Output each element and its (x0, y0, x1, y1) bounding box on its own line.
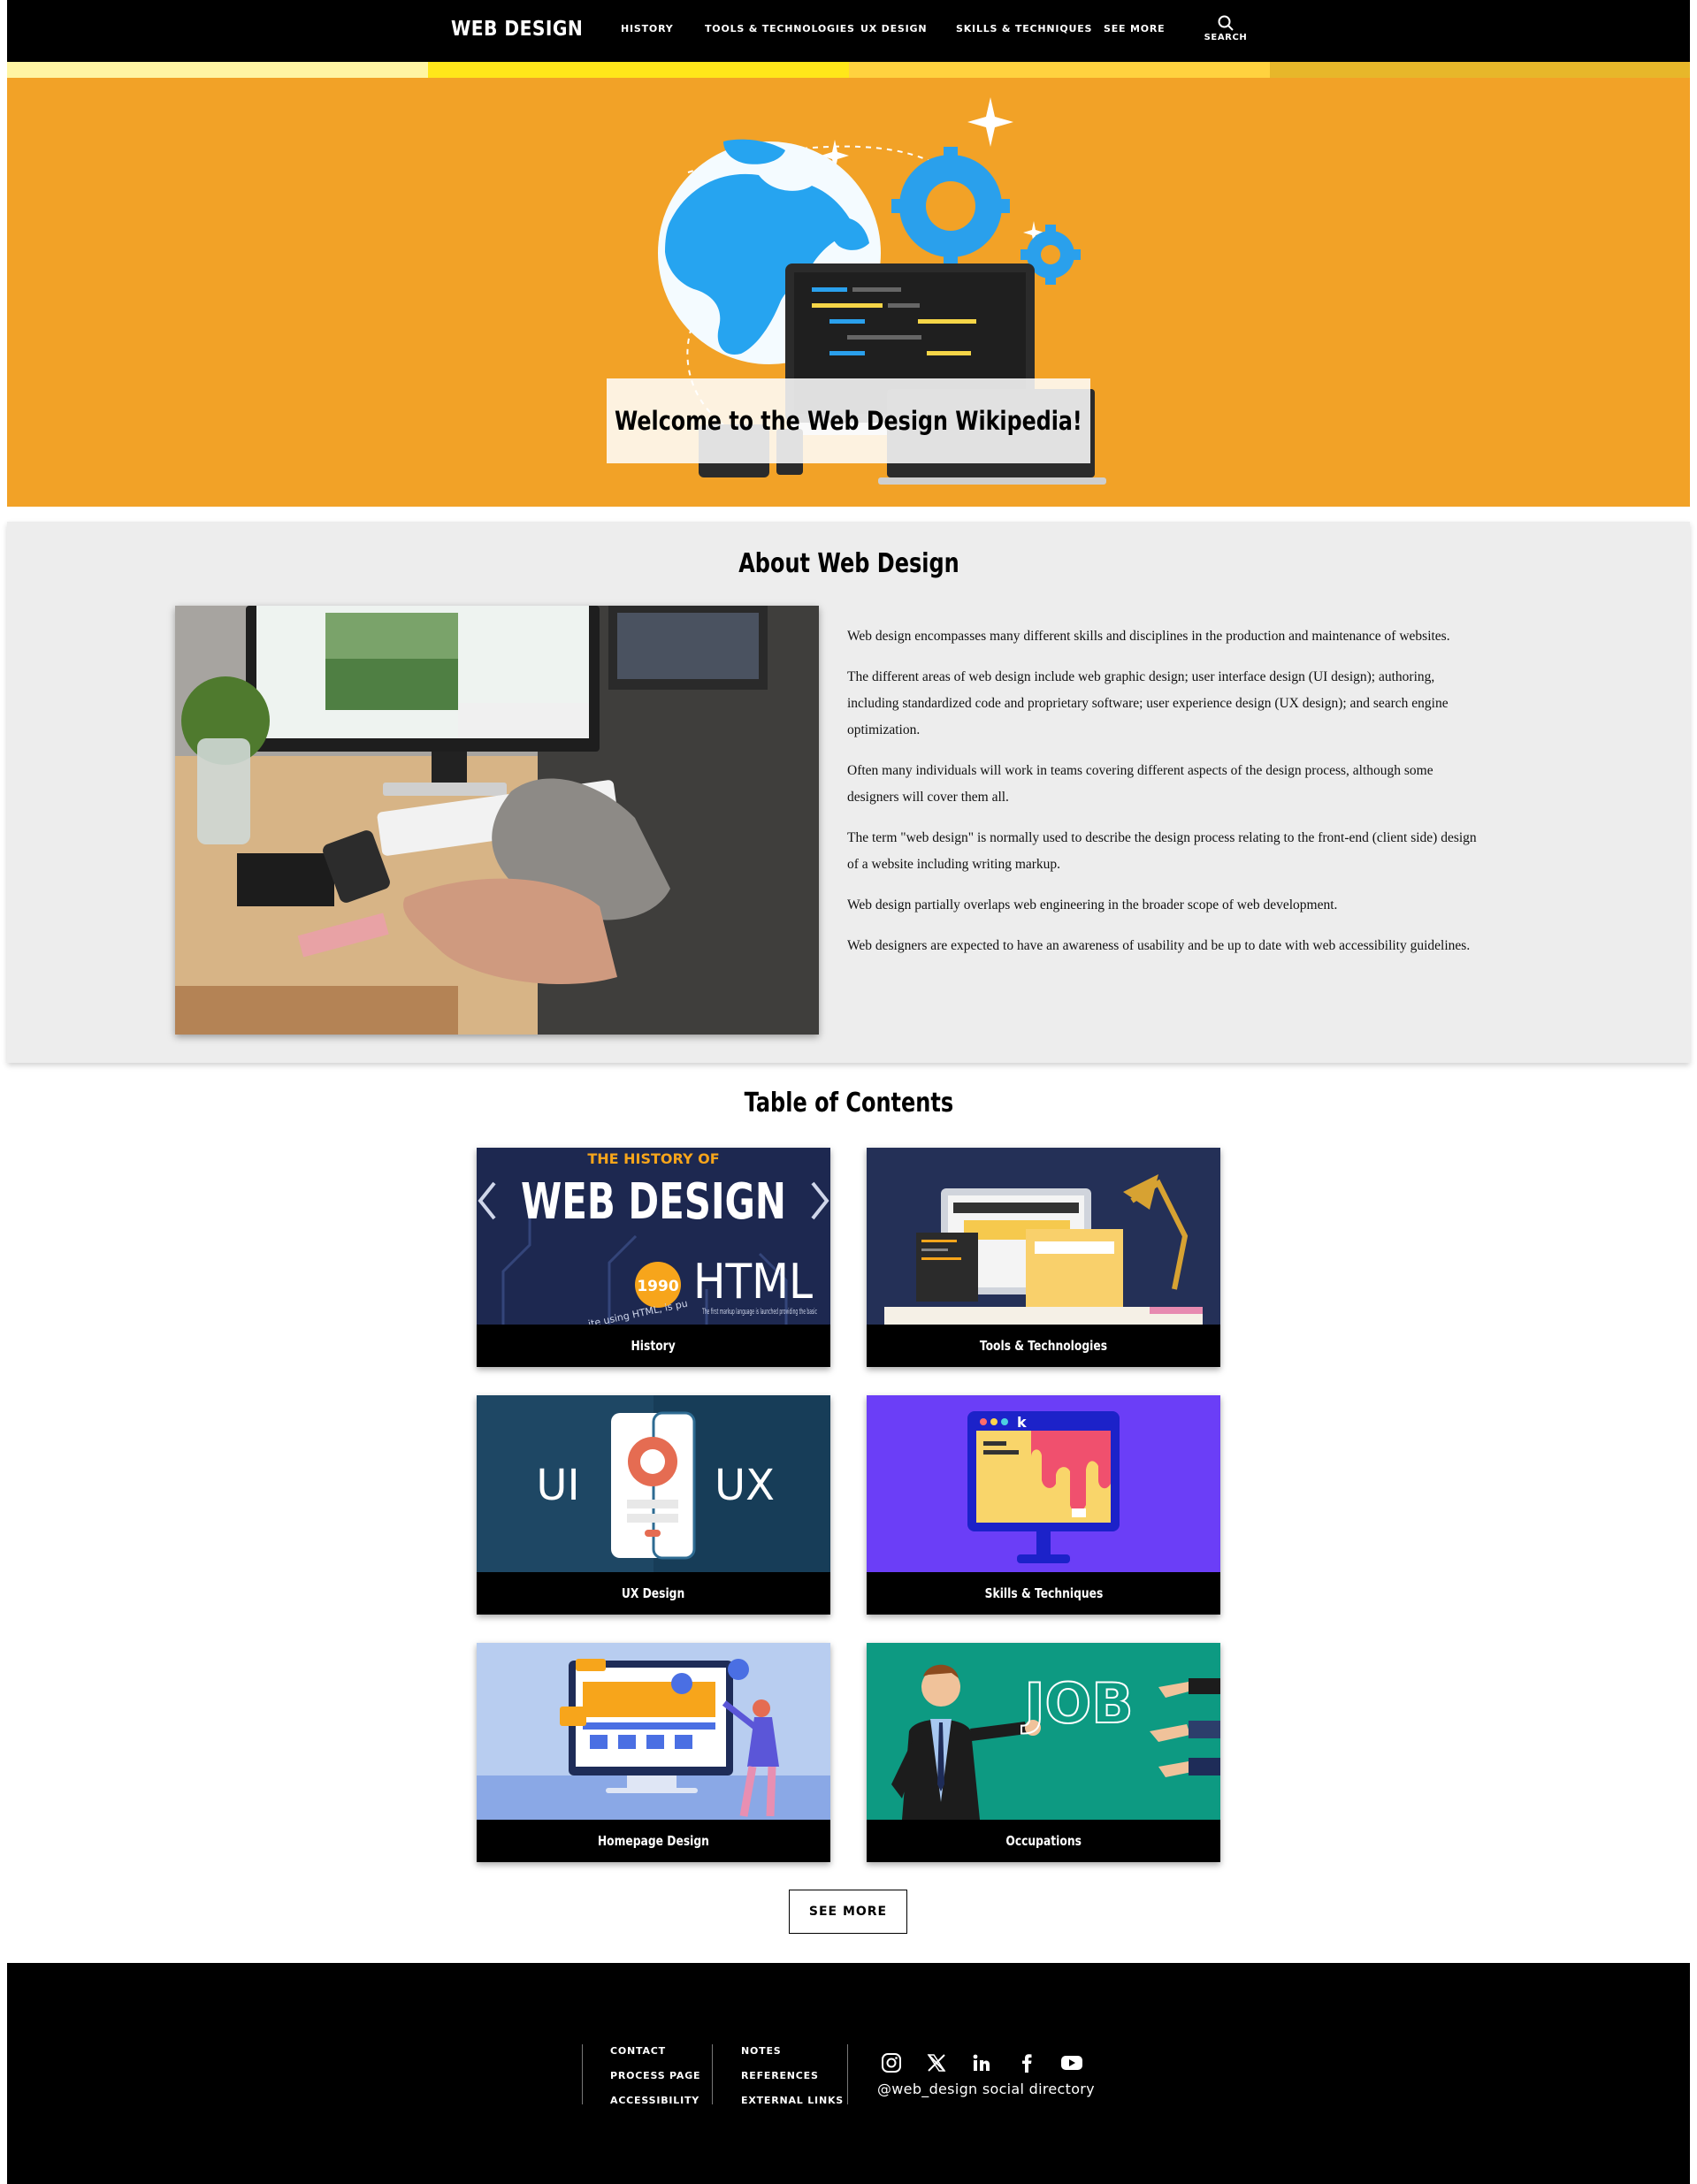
x-icon[interactable] (923, 2050, 950, 2076)
svg-text:The first markup language is l: The first markup language is launched pr… (702, 1308, 818, 1317)
footer-link-contact[interactable]: CONTACT (610, 2045, 666, 2057)
hero-title-box: Welcome to the Web Design Wikipedia! (607, 378, 1090, 463)
svg-text:WEB DESIGN: WEB DESIGN (521, 1173, 786, 1231)
color-stripe (428, 62, 849, 78)
page: WEB DESIGN HISTORY TOOLS & TECHNOLOGIES … (7, 0, 1690, 2184)
footer-link-notes[interactable]: NOTES (741, 2045, 782, 2057)
about-section: About Web Design Web design encompasses … (7, 522, 1690, 1063)
footer-divider (712, 2044, 713, 2104)
color-stripe (849, 62, 1270, 78)
toc-card-skills-techniques[interactable]: k Skills & Techniques (867, 1395, 1220, 1615)
tools-thumbnail (867, 1148, 1220, 1325)
footer-link-external-links[interactable]: EXTERNAL LINKS (741, 2095, 844, 2106)
occupations-thumbnail: JOB (867, 1643, 1220, 1820)
footer: CONTACT PROCESS PAGE ACCESSIBILITY NOTES… (7, 1963, 1690, 2184)
site-brand[interactable]: WEB DESIGN (451, 18, 583, 41)
toc-card-caption: UX Design (477, 1572, 830, 1615)
workspace-photo (175, 606, 819, 1035)
homepage-thumbnail (477, 1643, 830, 1820)
about-paragraph: Web design encompasses many different sk… (847, 629, 1450, 644)
hero-banner: Welcome to the Web Design Wikipedia! (7, 78, 1690, 507)
toc-card-caption: Homepage Design (477, 1820, 830, 1862)
search-icon (1218, 15, 1234, 31)
svg-text:THE HISTORY OF: THE HISTORY OF (587, 1150, 719, 1167)
nav-link-tools-technologies[interactable]: TOOLS & TECHNOLOGIES (705, 23, 855, 34)
skills-thumbnail: k (867, 1395, 1220, 1572)
nav-link-skills-techniques[interactable]: SKILLS & TECHNIQUES (956, 23, 1092, 34)
about-text: Web design encompasses many different sk… (847, 623, 1484, 974)
footer-link-accessibility[interactable]: ACCESSIBILITY (610, 2095, 699, 2106)
see-more-button[interactable]: SEE MORE (789, 1890, 907, 1934)
svg-text:k: k (1017, 1414, 1027, 1431)
search-button[interactable]: SEARCH (1204, 14, 1248, 50)
svg-text:UI: UI (536, 1461, 579, 1510)
color-stripe (1270, 62, 1690, 78)
color-stripe (7, 62, 428, 78)
hero-title: Welcome to the Web Design Wikipedia! (615, 406, 1082, 436)
toc-card-caption: History (477, 1325, 830, 1367)
svg-text:1990: 1990 (637, 1278, 678, 1295)
nav-link-history[interactable]: HISTORY (621, 23, 674, 34)
about-paragraph: The different areas of web design includ… (847, 669, 1449, 737)
toc-card-occupations[interactable]: JOB Occupations (867, 1643, 1220, 1862)
svg-text:JOB: JOB (1020, 1671, 1133, 1736)
instagram-icon[interactable] (878, 2050, 905, 2076)
toc-card-history[interactable]: THE HISTORY OF WEB DESIGN 1990 HTML The … (477, 1148, 830, 1367)
toc-card-caption: Occupations (867, 1820, 1220, 1862)
about-photo (175, 606, 819, 1035)
history-thumbnail: THE HISTORY OF WEB DESIGN 1990 HTML The … (477, 1148, 830, 1325)
top-navbar: WEB DESIGN HISTORY TOOLS & TECHNOLOGIES … (7, 0, 1690, 62)
youtube-icon[interactable] (1059, 2050, 1085, 2076)
svg-text:UX: UX (715, 1461, 775, 1510)
nav-link-ux-design[interactable]: UX DESIGN (860, 23, 927, 34)
nav-link-see-more[interactable]: SEE MORE (1104, 23, 1165, 34)
toc-card-ux-design[interactable]: UI UX UX Design (477, 1395, 830, 1615)
toc-card-homepage-design[interactable]: Homepage Design (477, 1643, 830, 1862)
toc-card-caption: Tools & Technologies (867, 1325, 1220, 1367)
linkedin-icon[interactable] (968, 2050, 995, 2076)
about-paragraph: Web designers are expected to have an aw… (847, 938, 1471, 953)
search-label: SEARCH (1204, 33, 1248, 42)
toc-card-tools-technologies[interactable]: Tools & Technologies (867, 1148, 1220, 1367)
svg-text:HTML: HTML (693, 1254, 813, 1310)
about-title: About Web Design (738, 548, 959, 579)
ux-thumbnail: UI UX (477, 1395, 830, 1572)
footer-link-process-page[interactable]: PROCESS PAGE (610, 2070, 700, 2081)
footer-divider (582, 2044, 583, 2104)
footer-link-references[interactable]: REFERENCES (741, 2070, 819, 2081)
facebook-icon[interactable] (1013, 2050, 1040, 2076)
toc-title: Table of Contents (744, 1088, 953, 1119)
social-directory-label: @web_design social directory (877, 2081, 1095, 2097)
footer-divider (847, 2044, 848, 2104)
about-paragraph: Web design partially overlaps web engine… (847, 897, 1338, 913)
about-paragraph: Often many individuals will work in team… (847, 763, 1433, 805)
toc-card-caption: Skills & Techniques (867, 1572, 1220, 1615)
about-paragraph: The term "web design" is normally used t… (847, 830, 1477, 872)
